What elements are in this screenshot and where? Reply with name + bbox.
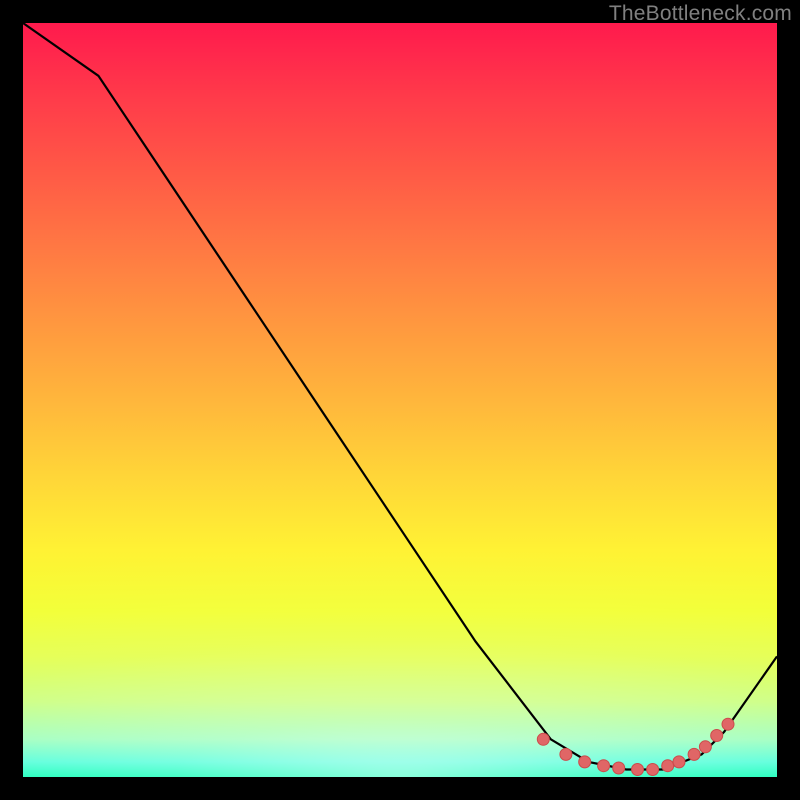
curve-markers: [537, 718, 734, 775]
curve-marker: [647, 764, 659, 776]
chart-bottom-glow: [23, 547, 777, 777]
curve-marker: [632, 764, 644, 776]
chart-plot-area: [23, 23, 777, 777]
curve-marker: [673, 756, 685, 768]
chart-frame: TheBottleneck.com: [0, 0, 800, 800]
curve-marker: [613, 762, 625, 774]
curve-marker: [711, 730, 723, 742]
curve-marker: [722, 718, 734, 730]
curve-line: [23, 23, 777, 770]
watermark-text: TheBottleneck.com: [609, 2, 792, 26]
curve-marker: [537, 733, 549, 745]
curve-marker: [598, 760, 610, 772]
curve-marker: [560, 748, 572, 760]
curve-marker: [699, 741, 711, 753]
curve-marker: [579, 756, 591, 768]
curve-marker: [662, 760, 674, 772]
curve-marker: [688, 748, 700, 760]
chart-svg: [23, 23, 777, 777]
